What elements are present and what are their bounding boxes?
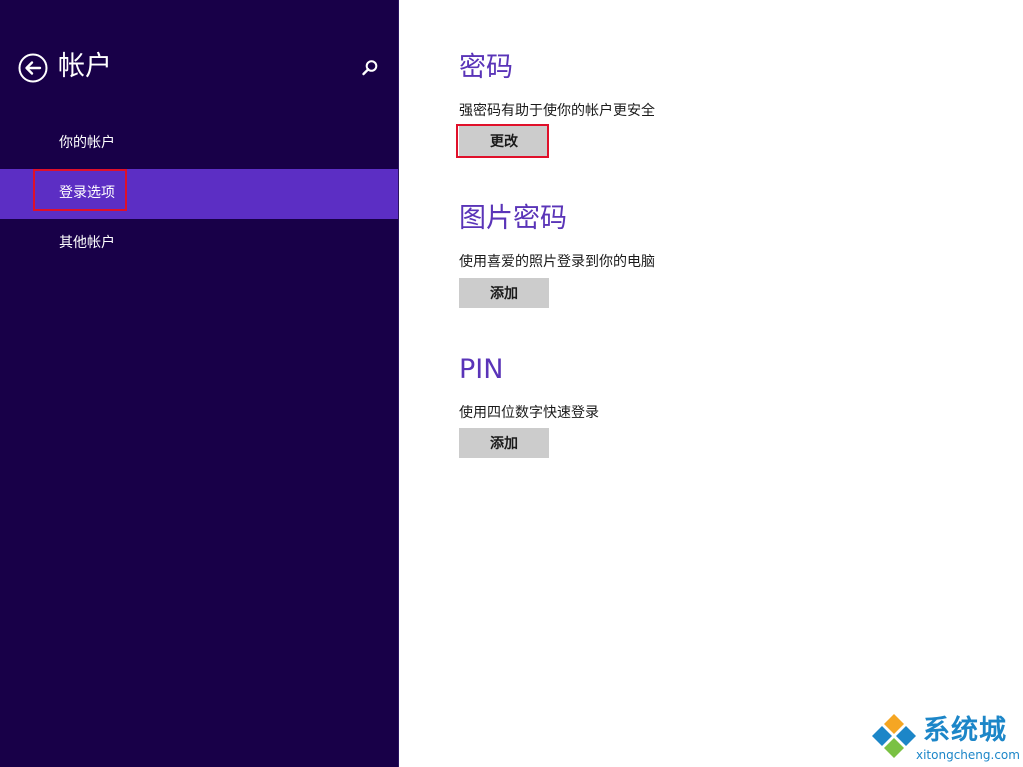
watermark-domain: xitongcheng.com [916,748,1020,762]
sidebar-item-label: 你的帐户 [59,135,115,151]
watermark-brand: 系统城 [923,715,1007,746]
sidebar-item-sign-in-options[interactable]: 登录选项 [0,169,398,219]
pane-divider [398,0,399,767]
add-pin-button[interactable]: 添加 [459,428,549,458]
back-arrow-icon [18,53,48,83]
section-title: PIN [459,354,504,385]
change-password-button[interactable]: 更改 [459,126,549,156]
search-button[interactable] [360,58,380,78]
section-description: 使用喜爱的照片登录到你的电脑 [459,254,655,270]
section-description: 强密码有助于使你的帐户更安全 [459,103,655,119]
section-title: 密码 [459,52,513,83]
sidebar-item-other-accounts[interactable]: 其他帐户 [0,218,398,268]
sidebar-item-label: 其他帐户 [59,235,115,251]
back-button[interactable] [18,53,48,83]
section-title: 图片密码 [459,203,567,234]
section-description: 使用四位数字快速登录 [459,405,599,421]
add-picture-password-button[interactable]: 添加 [459,278,549,308]
settings-window: 帐户 你的帐户 登录选项 其他帐户 密码 强密码有助于使你的帐户更安全 更改 图… [0,0,1023,767]
site-logo-icon [872,714,916,758]
sidebar-item-label: 登录选项 [59,185,115,201]
watermark: 系统城 xitongcheng.com [868,712,1023,767]
search-icon [362,60,378,76]
sidebar: 帐户 你的帐户 登录选项 其他帐户 [0,0,398,767]
sidebar-item-your-account[interactable]: 你的帐户 [0,118,398,168]
page-title: 帐户 [58,51,112,82]
